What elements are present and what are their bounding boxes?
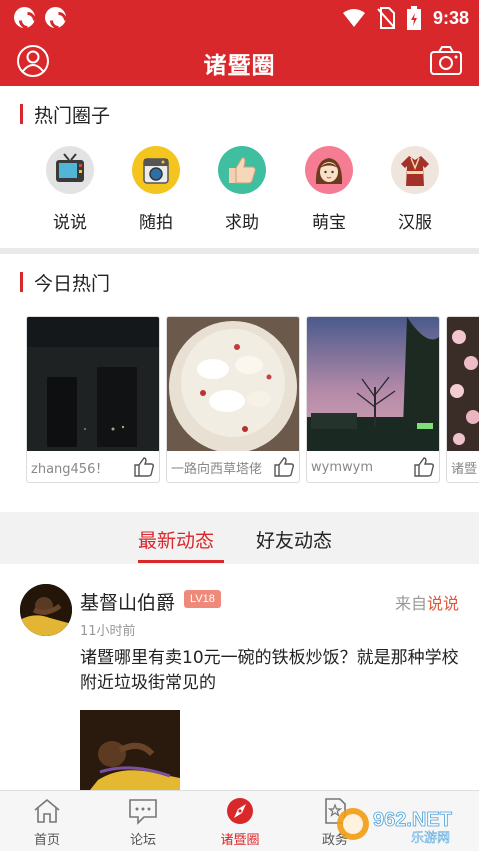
section-accent-bar bbox=[20, 272, 23, 292]
feed-tabs: 最新动态 好友动态 bbox=[0, 512, 479, 564]
hot-card-image bbox=[27, 317, 159, 451]
hot-card[interactable]: wymwym bbox=[306, 316, 440, 483]
camera-icon bbox=[132, 146, 180, 194]
app-notification-icon bbox=[14, 7, 35, 28]
hot-card[interactable]: zhang456！ bbox=[26, 316, 160, 483]
status-time: 9:38 bbox=[432, 7, 469, 28]
thumbs-up-icon[interactable] bbox=[133, 456, 155, 478]
hot-card-author: wymwym bbox=[311, 459, 373, 475]
nav-item-home[interactable]: 首页 bbox=[12, 797, 82, 848]
post-image[interactable] bbox=[80, 710, 180, 790]
hot-card-author: 诸暨 bbox=[451, 461, 478, 477]
hot-circles-title: 热门圈子 bbox=[34, 104, 111, 127]
no-sim-icon bbox=[377, 7, 395, 29]
nav-label: 诸暨圈 bbox=[220, 833, 260, 848]
hot-card[interactable]: 一路向西草塔佬 bbox=[166, 316, 300, 483]
battery-icon bbox=[406, 6, 421, 30]
tab-latest[interactable]: 最新动态 bbox=[138, 526, 214, 553]
section-divider bbox=[0, 248, 479, 254]
hot-circles-list: 说说 随拍 求助 萌宝 汉服 bbox=[0, 146, 479, 236]
nav-item-forum[interactable]: 论坛 bbox=[108, 797, 178, 848]
hot-card-image bbox=[307, 317, 439, 451]
tv-icon bbox=[46, 146, 94, 194]
chat-bubble-icon bbox=[129, 799, 157, 825]
nav-label: 论坛 bbox=[129, 833, 156, 848]
thumbs-up-icon bbox=[218, 146, 266, 194]
circle-label: 萌宝 bbox=[312, 213, 346, 233]
circle-label: 汉服 bbox=[398, 213, 432, 233]
watermark-subtext: 乐游网 bbox=[411, 831, 450, 846]
hanfu-icon bbox=[391, 146, 439, 194]
hot-card-author: zhang456！ bbox=[31, 461, 109, 477]
avatar[interactable] bbox=[20, 584, 72, 636]
girl-icon bbox=[305, 146, 353, 194]
feed-post[interactable]: 基督山伯爵 LV18 来自说说 11小时前 诸暨哪里有卖10元一碗的铁板炒饭？就… bbox=[0, 564, 479, 790]
nav-item-zhujiquan[interactable]: 诸暨圈 bbox=[205, 797, 275, 848]
active-tab-indicator bbox=[138, 560, 224, 563]
hot-card[interactable]: 诸暨 bbox=[446, 316, 479, 483]
camera-icon bbox=[430, 46, 462, 75]
home-icon bbox=[34, 798, 60, 823]
status-bar: 9:38 bbox=[0, 0, 479, 36]
circle-label: 求助 bbox=[225, 213, 259, 233]
hot-circles-header: 热门圈子 bbox=[20, 102, 111, 127]
today-hot-list: zhang456！ 一路向西草塔佬 wymwym 诸暨 bbox=[26, 316, 479, 484]
nav-label: 首页 bbox=[33, 833, 60, 848]
circle-item-shuoshuo[interactable]: 说说 bbox=[35, 146, 105, 233]
page-title: 诸暨圈 bbox=[203, 53, 276, 79]
today-hot-header: 今日热门 bbox=[20, 270, 111, 295]
circle-label: 随拍 bbox=[139, 213, 173, 233]
watermark-text: 962.NET bbox=[373, 809, 452, 831]
level-badge: LV18 bbox=[184, 590, 221, 608]
site-watermark: 962.NET 乐游网 bbox=[335, 802, 471, 846]
today-hot-title: 今日热门 bbox=[34, 272, 111, 295]
app-header: 诸暨圈 bbox=[0, 36, 479, 86]
thumbs-up-icon[interactable] bbox=[273, 456, 295, 478]
section-accent-bar bbox=[20, 104, 23, 124]
compass-icon bbox=[227, 798, 253, 824]
post-username[interactable]: 基督山伯爵 bbox=[80, 588, 175, 615]
circle-item-qiuzhu[interactable]: 求助 bbox=[207, 146, 277, 233]
circle-label: 说说 bbox=[53, 213, 87, 233]
hot-card-image bbox=[167, 317, 299, 451]
post-time: 11小时前 bbox=[80, 624, 136, 639]
camera-post-button[interactable] bbox=[429, 44, 463, 78]
thumbs-up-icon[interactable] bbox=[413, 456, 435, 478]
hot-card-image bbox=[447, 317, 479, 451]
circle-item-mengbao[interactable]: 萌宝 bbox=[294, 146, 364, 233]
post-source-prefix: 来自 bbox=[394, 594, 427, 613]
post-source-link[interactable]: 说说 bbox=[427, 594, 459, 613]
post-source: 来自说说 bbox=[395, 590, 459, 614]
app-notification-icon-2 bbox=[45, 7, 66, 28]
hot-card-author: 一路向西草塔佬 bbox=[171, 461, 263, 477]
circle-item-suipai[interactable]: 随拍 bbox=[121, 146, 191, 233]
circle-item-hanfu[interactable]: 汉服 bbox=[380, 146, 450, 233]
post-text: 诸暨哪里有卖10元一碗的铁板炒饭？就是那种学校附近垃圾街常见的 bbox=[80, 648, 459, 693]
wifi-icon bbox=[342, 9, 365, 27]
tab-friends[interactable]: 好友动态 bbox=[256, 526, 332, 553]
